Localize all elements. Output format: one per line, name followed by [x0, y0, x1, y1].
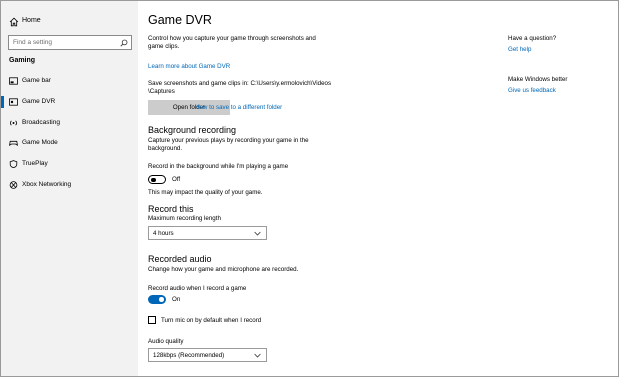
max-recording-length-label: Maximum recording length: [148, 215, 221, 222]
chevron-down-icon: [254, 353, 261, 358]
save-path-line-2: \Captures: [148, 88, 175, 95]
turn-mic-on-label: Turn mic on by default when I record: [161, 317, 262, 324]
main-content: Game DVR Control how you capture your ga…: [138, 1, 498, 376]
search-icon[interactable]: [120, 39, 128, 47]
make-windows-better-heading: Make Windows better: [508, 76, 568, 83]
settings-window: Home Find a setting Gaming Game bar Game: [0, 0, 619, 377]
get-help-link[interactable]: Get help: [508, 46, 531, 53]
sidebar-item-game-mode[interactable]: Game Mode: [1, 135, 138, 151]
chevron-down-icon: [254, 231, 261, 236]
nav-home[interactable]: Home: [1, 13, 138, 31]
broadcasting-icon: [10, 120, 17, 126]
home-icon: [9, 17, 19, 27]
save-different-folder-link[interactable]: How to save to a different folder: [195, 104, 282, 111]
record-audio-toggle-label: Record audio when I record a game: [148, 285, 247, 292]
sidebar-item-trueplay[interactable]: TruePlay: [1, 156, 138, 172]
xbox-icon: [9, 181, 18, 189]
dropdown-value: 4 hours: [153, 230, 174, 237]
audio-quality-label: Audio quality: [148, 338, 184, 345]
sidebar-item-game-dvr[interactable]: Game DVR: [1, 94, 138, 110]
background-recording-toggle-label: Record in the background while I'm playi…: [148, 163, 289, 170]
toggle-knob: [158, 297, 164, 302]
sidebar-item-label: TruePlay: [22, 160, 48, 167]
game-bar-icon: [9, 77, 18, 85]
sidebar-item-xbox-networking[interactable]: Xbox Networking: [1, 177, 138, 193]
game-dvr-icon: [9, 98, 18, 106]
sidebar-item-label: Game DVR: [22, 98, 56, 105]
sidebar-item-game-bar[interactable]: Game bar: [1, 73, 138, 89]
intro-line-2: game clips.: [148, 43, 180, 50]
performance-note: This may impact the quality of your game…: [148, 189, 263, 196]
nav-home-label: Home: [22, 17, 41, 24]
recorded-audio-heading: Recorded audio: [148, 254, 212, 264]
record-audio-toggle[interactable]: [148, 295, 166, 304]
related-pane: Have a question? Get help Make Windows b…: [498, 1, 618, 376]
turn-mic-on-checkbox[interactable]: [148, 316, 156, 324]
sidebar-item-broadcasting[interactable]: Broadcasting: [1, 115, 138, 131]
sidebar-item-label: Game bar: [22, 77, 51, 84]
sidebar: Home Find a setting Gaming Game bar Game: [1, 1, 138, 376]
background-recording-heading: Background recording: [148, 125, 237, 135]
page-title: Game DVR: [148, 13, 212, 27]
give-feedback-link[interactable]: Give us feedback: [508, 87, 556, 94]
audio-quality-dropdown[interactable]: 128kbps (Recommended): [148, 348, 267, 362]
recorded-audio-desc: Change how your game and microphone are …: [148, 266, 299, 273]
record-audio-toggle-state: On: [172, 296, 181, 303]
section-title-gaming: Gaming: [9, 57, 36, 64]
sidebar-item-label: Broadcasting: [22, 119, 60, 126]
background-recording-toggle[interactable]: [148, 175, 166, 184]
dropdown-value: 128kbps (Recommended): [153, 352, 225, 359]
trueplay-icon: [9, 160, 18, 168]
question-heading: Have a question?: [508, 35, 557, 42]
record-this-heading: Record this: [148, 204, 194, 214]
game-mode-icon: [9, 140, 18, 147]
toggle-knob: [151, 177, 156, 182]
max-recording-length-dropdown[interactable]: 4 hours: [148, 226, 267, 240]
search-input[interactable]: Find a setting: [8, 35, 132, 50]
background-recording-toggle-state: Off: [172, 176, 181, 183]
selection-indicator: [1, 96, 4, 108]
sidebar-item-label: Game Mode: [22, 139, 58, 146]
search-placeholder: Find a setting: [13, 39, 53, 46]
learn-more-link[interactable]: Learn more about Game DVR: [148, 63, 230, 70]
background-recording-desc-2: background.: [148, 145, 183, 152]
sidebar-item-label: Xbox Networking: [22, 181, 72, 188]
